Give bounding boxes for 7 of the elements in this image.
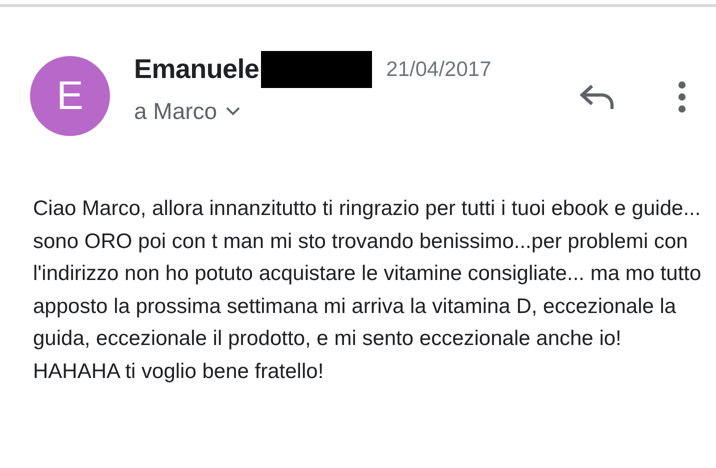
avatar-letter: E — [56, 73, 84, 120]
more-options-icon[interactable] — [678, 81, 686, 113]
email-date: 21/04/2017 — [386, 56, 492, 82]
sender-name: Emanuele — [134, 53, 260, 86]
expand-details-icon[interactable] — [225, 106, 242, 116]
recipient-text: a Marco — [134, 96, 218, 126]
email-body: Ciao Marco, allora innanzitutto ti ringrazio per tutti i tuoi ebook e guide... sono ORO poi con t man mi sto trovando benissimo...per problemi con l'indirizzo non ho potuto acquistare le vitamine consigliate... ma mo tutto apposto la prossima settimana mi arriva la vitamina D, eccezionale la guida, eccezionale il prodotto, e mi sento eccezionale anche io! HAHAHA ti voglio bene fratello! — [32, 196, 702, 384]
